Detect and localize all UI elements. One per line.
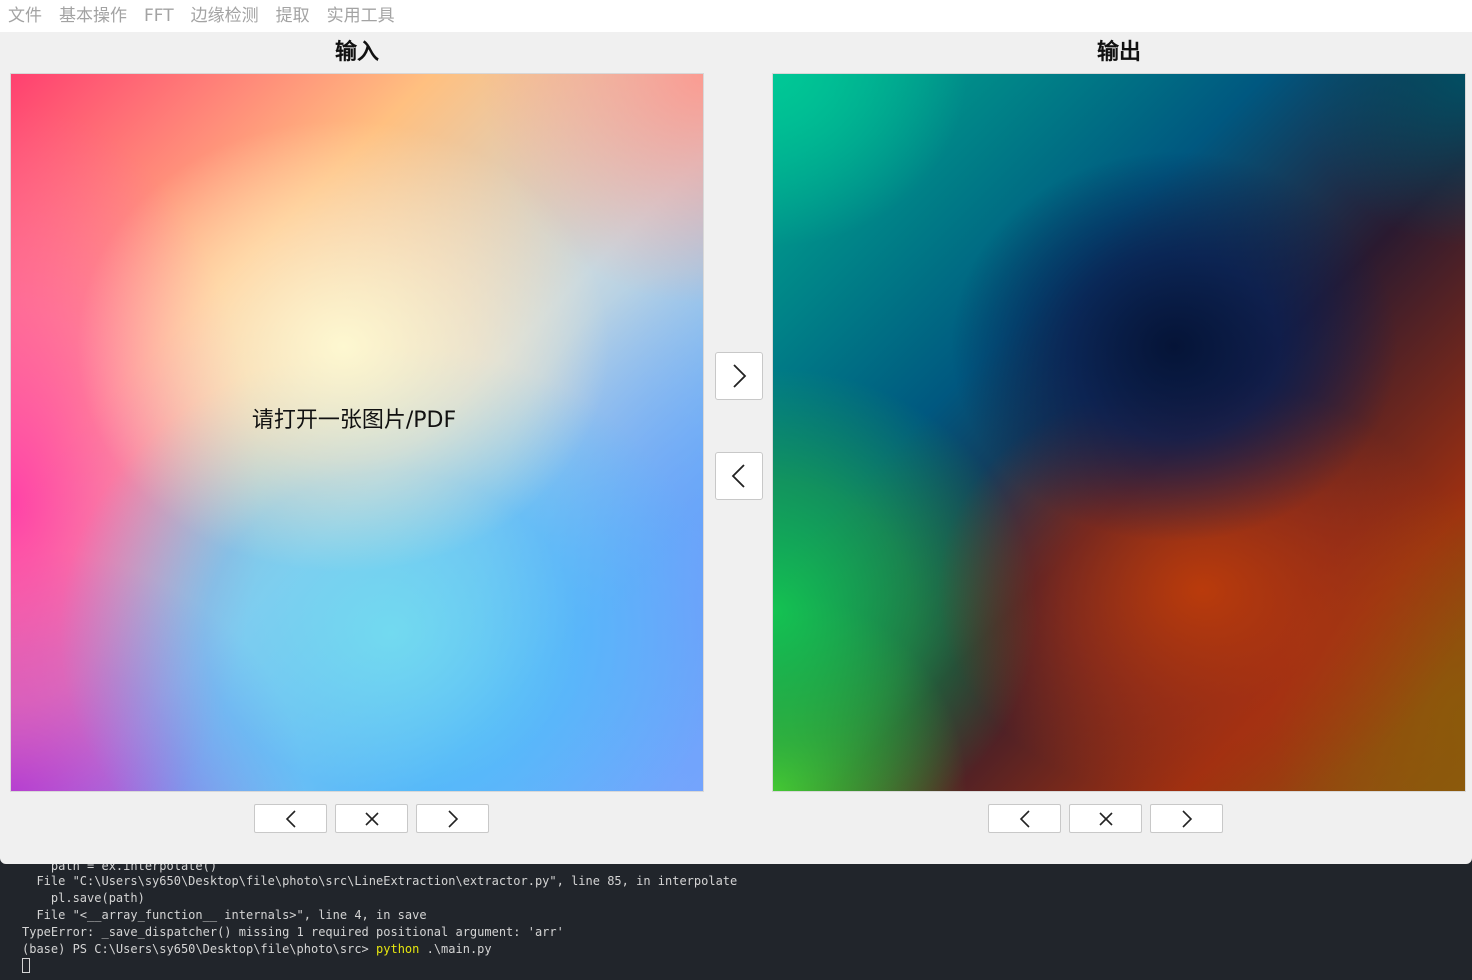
chevron-right-icon (1181, 809, 1192, 828)
output-close-button[interactable] (1069, 804, 1142, 833)
chevron-left-icon (285, 809, 296, 828)
chevron-right-icon (447, 809, 458, 828)
terminal-output[interactable]: path = ex.interpolate() File "C:\Users\s… (0, 864, 1472, 980)
input-panel-title: 输入 (334, 40, 379, 65)
close-icon (364, 811, 379, 826)
chevron-left-icon (1019, 809, 1030, 828)
main-window: 输入 输出 请打开一张图片/PDF (0, 32, 1472, 864)
terminal-args: .\main.py (419, 942, 492, 956)
menu-fft[interactable]: FFT (144, 0, 174, 32)
terminal-cursor (22, 958, 30, 973)
menu-file[interactable]: 文件 (8, 0, 42, 32)
menu-bar: 文件 基本操作 FFT 边缘检测 提取 实用工具 (0, 0, 1472, 32)
output-image-canvas[interactable] (772, 73, 1466, 792)
input-close-button[interactable] (335, 804, 408, 833)
close-icon (1098, 811, 1113, 826)
terminal-line: File "<__array_function__ internals>", l… (22, 908, 427, 922)
output-panel-title: 输出 (1096, 40, 1141, 65)
input-prev-button[interactable] (254, 804, 327, 833)
terminal-line: File "C:\Users\sy650\Desktop\file\photo\… (22, 874, 738, 888)
menu-extract[interactable]: 提取 (276, 0, 310, 32)
menu-basic-operations[interactable]: 基本操作 (59, 0, 127, 32)
input-image-canvas[interactable]: 请打开一张图片/PDF (10, 73, 704, 792)
terminal-prompt-line: (base) PS C:\Users\sy650\Desktop\file\ph… (22, 941, 492, 958)
terminal-line: TypeError: _save_dispatcher() missing 1 … (22, 925, 564, 939)
terminal-command: python (376, 942, 420, 956)
transfer-to-input-button[interactable] (715, 452, 763, 500)
chevron-left-icon (731, 464, 745, 488)
output-next-button[interactable] (1150, 804, 1223, 833)
input-next-button[interactable] (416, 804, 489, 833)
menu-utilities[interactable]: 实用工具 (327, 0, 395, 32)
chevron-right-icon (733, 364, 747, 388)
output-prev-button[interactable] (988, 804, 1061, 833)
terminal-line: pl.save(path) (22, 891, 145, 905)
transfer-to-output-button[interactable] (715, 352, 763, 400)
input-placeholder-text: 请打开一张图片/PDF (251, 408, 457, 433)
menu-edge-detection[interactable]: 边缘检测 (191, 0, 259, 32)
terminal-prompt: (base) PS C:\Users\sy650\Desktop\file\ph… (22, 942, 377, 956)
